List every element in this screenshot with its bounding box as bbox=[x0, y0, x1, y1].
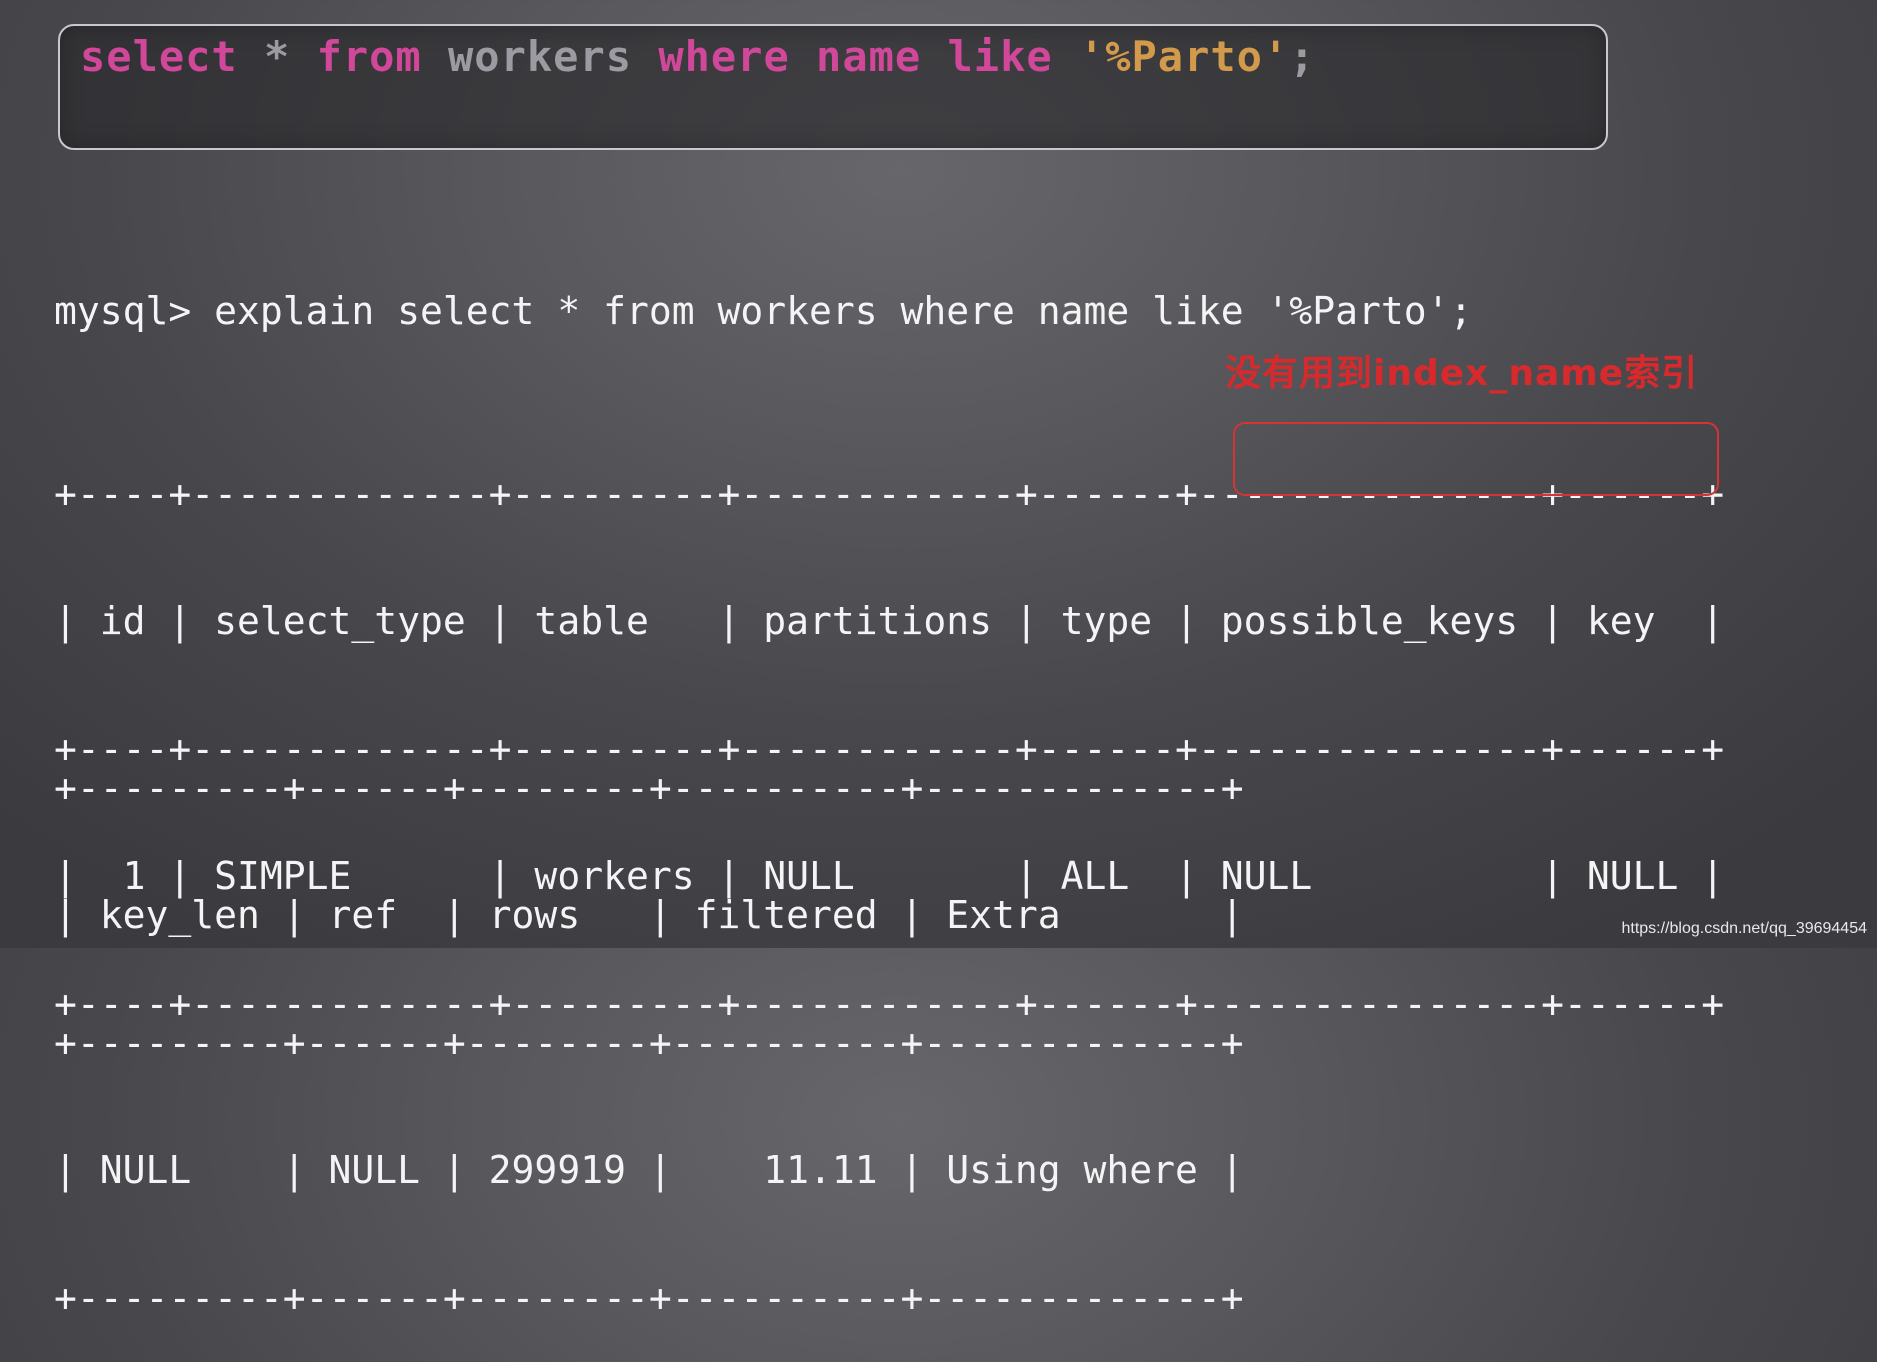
highlight-box-possible-keys-key bbox=[1233, 422, 1719, 496]
table1-header-row: | id | select_type | table | partitions … bbox=[54, 599, 1725, 644]
explain-table-2: +---------+------+--------+----------+--… bbox=[54, 686, 1244, 1362]
table2-top-border: +---------+------+--------+----------+--… bbox=[54, 765, 1244, 810]
annotation-label: 没有用到index_name索引 bbox=[1225, 353, 1699, 394]
watermark: https://blog.csdn.net/qq_39694454 bbox=[1621, 920, 1867, 937]
table2-mid-border: +---------+------+--------+----------+--… bbox=[54, 1020, 1244, 1065]
table2-header-row: | key_len | ref | rows | filtered | Extr… bbox=[54, 893, 1244, 938]
table2-bottom-border: +---------+------+--------+----------+--… bbox=[54, 1275, 1244, 1320]
sql-token-text bbox=[921, 32, 947, 81]
mysql-prompt-line: mysql> explain select * from workers whe… bbox=[54, 289, 1473, 333]
sql-token-keyword: where bbox=[658, 32, 790, 81]
sql-statement: select * from workers where name like '%… bbox=[80, 36, 1316, 78]
sql-token-string: '%Parto' bbox=[1078, 32, 1290, 81]
sql-token-text bbox=[790, 32, 816, 81]
sql-token-keyword: select bbox=[80, 32, 238, 81]
sql-token-keyword: name bbox=[816, 32, 922, 81]
sql-token-text: * bbox=[237, 32, 317, 81]
sql-token-keyword: like bbox=[947, 32, 1053, 81]
table2-data-row: | NULL | NULL | 299919 | 11.11 | Using w… bbox=[54, 1148, 1244, 1193]
sql-token-text: ; bbox=[1289, 32, 1316, 81]
sql-token-text: workers bbox=[421, 32, 659, 81]
sql-token-keyword: from bbox=[316, 32, 422, 81]
sql-token-text bbox=[1053, 32, 1079, 81]
